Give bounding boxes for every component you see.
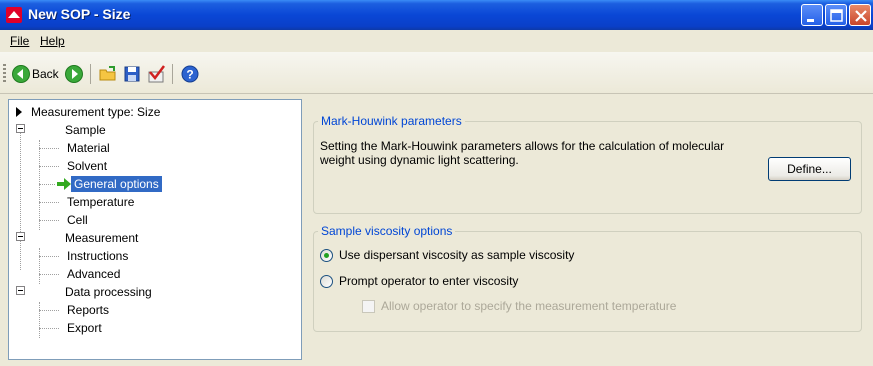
tree-item-export[interactable]: Export: [67, 320, 102, 336]
tree-item-cell[interactable]: Cell: [67, 212, 88, 228]
toolbar-separator: [90, 64, 91, 84]
mark-houwink-description-line1: Setting the Mark-Houwink parameters allo…: [320, 139, 725, 153]
help-icon[interactable]: ?: [180, 64, 200, 84]
tree-line: [39, 310, 59, 311]
green-arrow-icon: [57, 178, 71, 190]
title-bar: New SOP - Size: [0, 0, 873, 30]
use-dispersant-viscosity-label[interactable]: Use dispersant viscosity as sample visco…: [339, 248, 574, 262]
open-folder-icon[interactable]: [98, 64, 118, 84]
tree-item-sample[interactable]: Sample: [65, 122, 106, 138]
tree-line: [39, 166, 59, 167]
minus-box-icon[interactable]: [16, 124, 25, 133]
back-arrow-icon[interactable]: [11, 64, 31, 84]
tree-line: [39, 248, 40, 284]
tree-item-measurement[interactable]: Measurement: [65, 230, 138, 246]
check-icon[interactable]: [146, 64, 166, 84]
triangle-right-icon[interactable]: [15, 107, 23, 117]
tree-item-material[interactable]: Material: [67, 140, 110, 156]
minus-box-icon[interactable]: [16, 232, 25, 241]
allow-temperature-label: Allow operator to specify the measuremen…: [381, 299, 677, 313]
sop-tree[interactable]: Measurement type: Size Sample Material S…: [8, 99, 302, 360]
mark-houwink-title: Mark-Houwink parameters: [318, 114, 465, 128]
tree-line: [39, 148, 59, 149]
tree-item-measurement-type[interactable]: Measurement type: Size: [31, 104, 160, 120]
sample-viscosity-title: Sample viscosity options: [318, 224, 456, 238]
prompt-operator-viscosity-radio[interactable]: [320, 275, 333, 288]
prompt-operator-viscosity-label[interactable]: Prompt operator to enter viscosity: [339, 274, 518, 288]
menu-bar: File Help: [0, 30, 873, 52]
tree-line: [39, 202, 59, 203]
tree-line: [39, 140, 40, 230]
maximize-icon: [830, 9, 843, 22]
tree-line: [39, 256, 59, 257]
back-button-label[interactable]: Back: [32, 67, 59, 81]
mark-houwink-description-line2: weight using dynamic light scattering.: [320, 153, 519, 167]
tree-line: [39, 184, 55, 185]
tree-line: [20, 130, 21, 270]
menu-help[interactable]: Help: [40, 34, 65, 48]
toolbar-grip: [3, 64, 6, 84]
tree-item-general-options[interactable]: General options: [71, 176, 162, 192]
use-dispersant-viscosity-radio[interactable]: [320, 249, 333, 262]
maximize-button[interactable]: [825, 4, 847, 26]
allow-temperature-checkbox[interactable]: [362, 300, 375, 313]
window-title: New SOP - Size: [28, 6, 131, 22]
tree-line: [39, 302, 40, 338]
tree-line: [39, 274, 59, 275]
tree-item-solvent[interactable]: Solvent: [67, 158, 107, 174]
toolbar-separator: [172, 64, 173, 84]
tree-line: [39, 220, 59, 221]
define-button[interactable]: Define...: [768, 157, 851, 181]
minus-box-icon[interactable]: [16, 286, 25, 295]
tree-item-reports[interactable]: Reports: [67, 302, 109, 318]
svg-text:?: ?: [186, 68, 193, 82]
close-icon: [855, 10, 867, 22]
menu-file[interactable]: File: [10, 34, 29, 48]
tree-line: [39, 328, 59, 329]
tree-item-instructions[interactable]: Instructions: [67, 248, 128, 264]
close-button[interactable]: [849, 4, 871, 26]
menu-help-label: Help: [40, 34, 65, 48]
save-icon[interactable]: [122, 64, 142, 84]
menu-file-label: File: [10, 34, 30, 48]
app-logo-icon: [6, 7, 22, 23]
tree-item-data-processing[interactable]: Data processing: [65, 284, 152, 300]
tree-item-advanced[interactable]: Advanced: [67, 266, 120, 282]
toolbar: Back ?: [0, 52, 873, 94]
minimize-button[interactable]: [801, 4, 823, 26]
tree-item-temperature[interactable]: Temperature: [67, 194, 134, 210]
minimize-icon: [807, 19, 814, 22]
forward-arrow-icon[interactable]: [64, 64, 84, 84]
